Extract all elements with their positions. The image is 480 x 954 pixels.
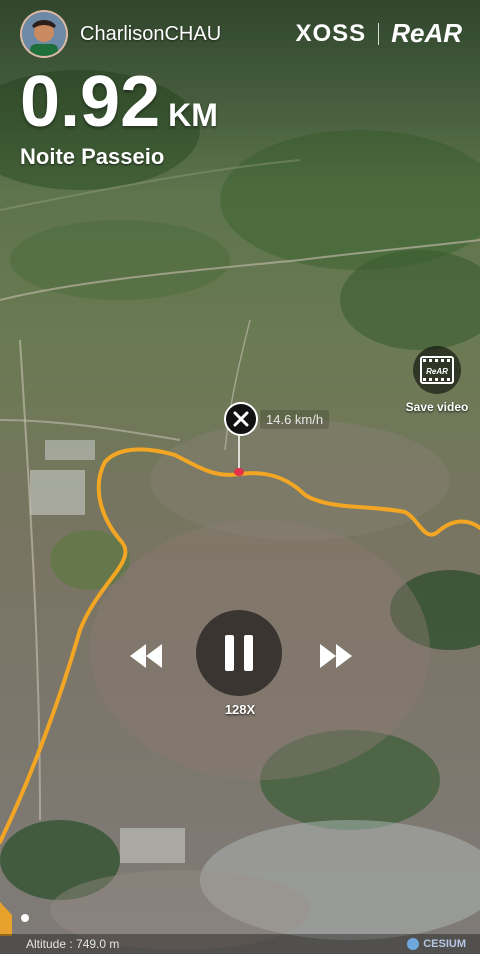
pause-icon: [225, 635, 253, 671]
rewind-icon: [130, 644, 162, 668]
rider-marker-icon[interactable]: [224, 402, 258, 436]
playback-speed[interactable]: 128X: [0, 702, 480, 717]
altitude-readout: Altitude : 749.0 m: [26, 937, 120, 951]
status-bar: Altitude : 749.0 m CESIUM: [0, 934, 480, 954]
activity-name: Noite Passeio: [20, 144, 165, 169]
rear-logo: ReAR: [391, 18, 462, 48]
save-video-button[interactable]: ReAR Save video: [400, 346, 474, 414]
brand-separator: [378, 22, 380, 45]
username: CharlisonCHAU: [80, 22, 222, 45]
brand-logos: XOSS ReAR: [296, 18, 463, 49]
avatar[interactable]: [20, 10, 68, 58]
save-video-label: Save video: [405, 400, 469, 414]
rewind-button[interactable]: [128, 642, 164, 675]
cesium-logo-icon: [407, 938, 420, 950]
speed-label: 14.6 km/h: [260, 410, 330, 429]
xoss-logo: XOSS: [295, 19, 367, 47]
distance-value: 0.92: [20, 62, 161, 142]
fast-forward-icon: [320, 644, 352, 668]
playback-controls: 128X: [0, 610, 480, 720]
fast-forward-button[interactable]: [318, 642, 354, 675]
cesium-label: CESIUM: [423, 938, 466, 950]
pause-button[interactable]: [196, 610, 282, 696]
distance-unit: KM: [168, 97, 218, 133]
distance-display: 0.92 KM: [20, 66, 218, 138]
cesium-attribution: CESIUM: [407, 938, 466, 950]
video-icon: ReAR: [413, 346, 461, 394]
video-icon-text: ReAR: [426, 367, 448, 376]
user-header: CharlisonCHAU: [20, 10, 221, 58]
